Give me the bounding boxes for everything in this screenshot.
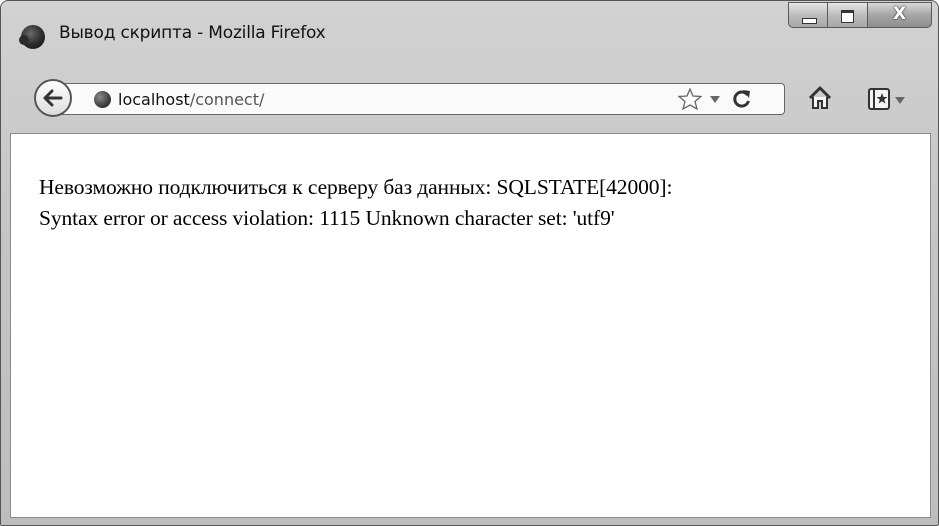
url-path: /connect/ — [189, 90, 265, 109]
close-button[interactable]: X — [868, 2, 932, 28]
reload-icon[interactable] — [732, 89, 752, 109]
star-icon[interactable] — [678, 88, 702, 110]
url-host: localhost — [118, 90, 190, 109]
browser-window: Вывод скрипта - Mozilla Firefox X localh… — [0, 0, 939, 526]
site-identity-icon[interactable] — [94, 91, 111, 108]
minimize-button[interactable] — [788, 2, 828, 28]
bookmarks-dropmarker-icon[interactable] — [895, 97, 905, 104]
close-icon: X — [892, 4, 907, 24]
firefox-icon — [19, 25, 45, 49]
url-bar[interactable]: localhost/connect/ — [57, 83, 785, 115]
error-line-2: Syntax error or access violation: 1115 U… — [39, 206, 615, 230]
window-title: Вывод скрипта - Mozilla Firefox — [59, 23, 326, 43]
maximize-button[interactable] — [828, 2, 868, 28]
page-content: Невозможно подключиться к серверу баз да… — [10, 133, 931, 518]
url-text[interactable]: localhost/connect/ — [118, 90, 264, 109]
title-bar[interactable]: Вывод скрипта - Mozilla Firefox X — [1, 1, 938, 73]
bookmarks-icon[interactable] — [867, 87, 891, 111]
home-icon[interactable] — [807, 85, 833, 111]
back-button[interactable] — [34, 79, 72, 117]
back-arrow-icon — [43, 89, 63, 107]
dropmarker-icon[interactable] — [710, 96, 720, 103]
error-message: Невозможно подключиться к серверу баз да… — [39, 172, 919, 234]
window-controls: X — [788, 2, 932, 30]
error-line-1: Невозможно подключиться к серверу баз да… — [39, 175, 673, 199]
